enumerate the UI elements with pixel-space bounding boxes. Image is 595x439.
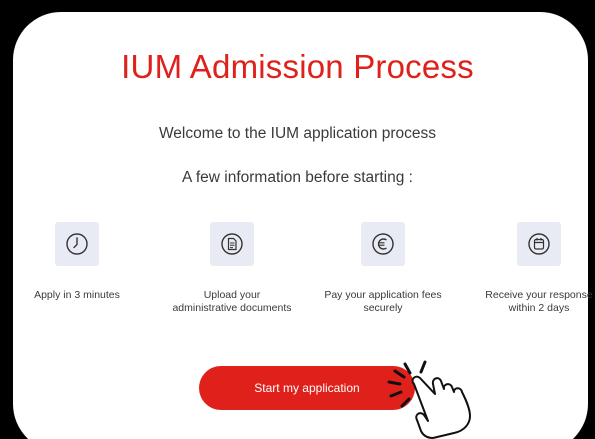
step-label-upload: Upload your administrative documents: [172, 289, 292, 314]
welcome-text: Welcome to the IUM application process: [158, 125, 437, 142]
step-label-receive: Receive your response within 2 days: [485, 289, 593, 314]
calendar-icon: [517, 222, 561, 266]
info-text: A few information before starting :: [182, 169, 413, 186]
step-label-apply: Apply in 3 minutes: [34, 289, 120, 301]
document-icon: [210, 222, 254, 266]
step-label-pay: Pay your application fees securely: [324, 289, 442, 314]
euro-icon: [361, 222, 405, 266]
clock-icon: [55, 222, 99, 266]
page-title: IUM Admission Process: [121, 48, 474, 85]
pointing-hand-icon: [387, 360, 471, 439]
